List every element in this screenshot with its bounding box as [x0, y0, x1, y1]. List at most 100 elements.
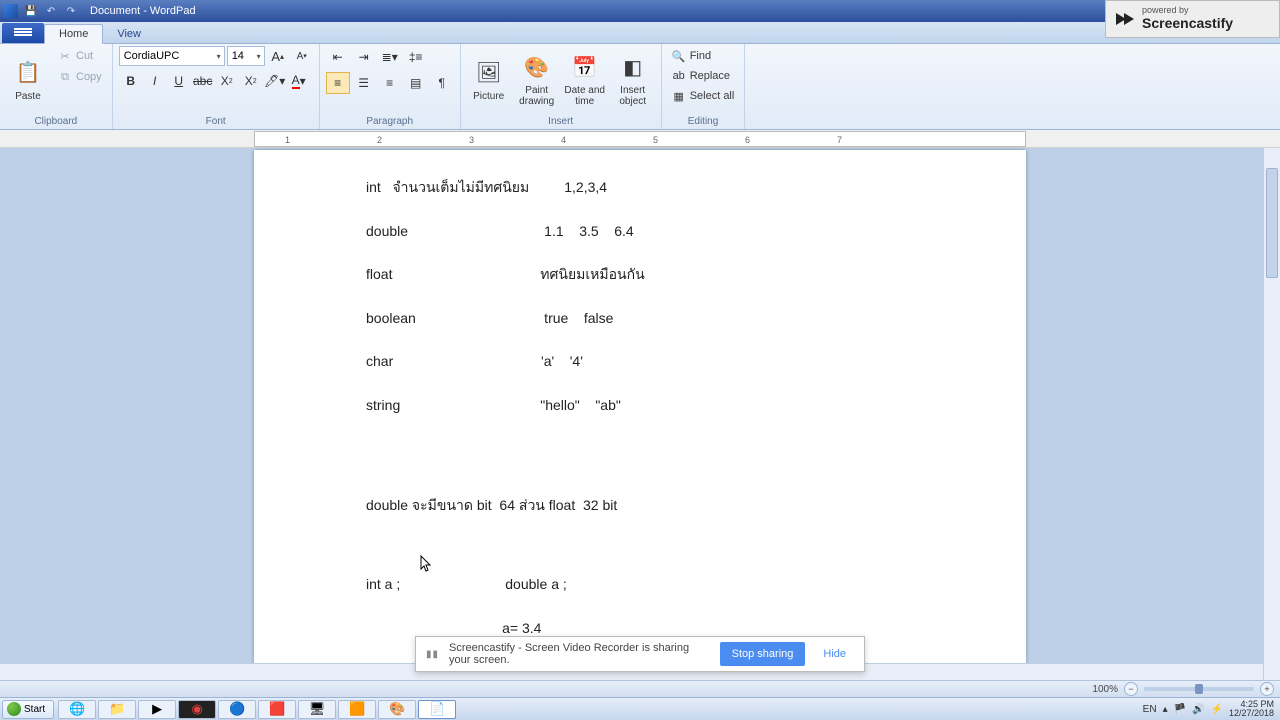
- grow-font-button[interactable]: A▴: [267, 46, 289, 66]
- taskbar-item-app2[interactable]: 🖥: [298, 700, 336, 719]
- doc-line: int จำนวนเต็มไม่มีทศนิยม 1,2,3,4: [366, 178, 914, 198]
- find-icon: 🔍: [672, 49, 686, 63]
- doc-line: boolean true false: [366, 309, 914, 329]
- line-spacing-button[interactable]: ‡≡: [404, 46, 428, 68]
- group-font: CordiaUPC 14 A▴ A▾ B I U abc X2 X2 🖊▾ A▾…: [113, 44, 320, 129]
- zoom-value: 100%: [1092, 684, 1118, 695]
- doc-line: char 'a' '4': [366, 352, 914, 372]
- cut-button[interactable]: ✂Cut: [54, 46, 106, 66]
- group-editing: 🔍Find abReplace ▦Select all Editing: [662, 44, 746, 129]
- paragraph-dialog-button[interactable]: ¶: [430, 72, 454, 94]
- tray-battery-icon[interactable]: ⚡: [1211, 704, 1223, 715]
- shrink-font-button[interactable]: A▾: [291, 46, 313, 66]
- hide-bar-button[interactable]: Hide: [815, 642, 854, 666]
- decrease-indent-button[interactable]: ⇤: [326, 46, 350, 68]
- picture-icon: 🖼: [473, 57, 505, 89]
- tray-chevron-icon[interactable]: ▴: [1163, 704, 1168, 715]
- superscript-button[interactable]: X2: [239, 70, 263, 92]
- replace-icon: ab: [672, 69, 686, 83]
- taskbar-item-explorer[interactable]: 📁: [98, 700, 136, 719]
- group-paragraph: ⇤ ⇥ ≣▾ ‡≡ ≡ ☰ ≡ ▤ ¶ Paragraph: [320, 44, 461, 129]
- document-area: int จำนวนเต็มไม่มีทศนิยม 1,2,3,4 double …: [0, 148, 1280, 680]
- bullets-button[interactable]: ≣▾: [378, 46, 402, 68]
- object-icon: ◧: [617, 51, 649, 83]
- tray-flag-icon[interactable]: 🏴: [1174, 704, 1186, 715]
- zoom-slider[interactable]: [1144, 687, 1254, 691]
- tray-network-icon[interactable]: 🔊: [1192, 704, 1204, 715]
- ribbon: 📋 Paste ✂Cut ⧉Copy Clipboard CordiaUPC 1…: [0, 44, 1280, 130]
- stop-sharing-button[interactable]: Stop sharing: [720, 642, 806, 666]
- align-right-button[interactable]: ≡: [378, 72, 402, 94]
- doc-line: double 1.1 3.5 6.4: [366, 222, 914, 242]
- insert-picture-button[interactable]: 🖼Picture: [467, 46, 511, 112]
- select-all-button[interactable]: ▦Select all: [668, 86, 739, 106]
- taskbar-item-wordpad[interactable]: 📄: [418, 700, 456, 719]
- screencastify-logo-icon: [1112, 7, 1136, 31]
- app-icon: [4, 4, 18, 18]
- highlight-button[interactable]: 🖊▾: [263, 70, 287, 92]
- group-insert: 🖼Picture 🎨Paint drawing 📅Date and time ◧…: [461, 44, 662, 129]
- tab-view[interactable]: View: [103, 25, 155, 43]
- align-left-button[interactable]: ≡: [326, 72, 350, 94]
- palette-icon: 🎨: [521, 51, 553, 83]
- doc-line: string "hello" "ab": [366, 396, 914, 416]
- ribbon-tabs: Home View: [0, 22, 1280, 44]
- font-family-combo[interactable]: CordiaUPC: [119, 46, 225, 66]
- font-color-button[interactable]: A▾: [287, 70, 311, 92]
- undo-icon[interactable]: ↶: [42, 3, 60, 19]
- select-all-icon: ▦: [672, 89, 686, 103]
- taskbar-item-app3[interactable]: 🟧: [338, 700, 376, 719]
- save-icon[interactable]: 💾: [22, 3, 40, 19]
- strikethrough-button[interactable]: abc: [191, 70, 215, 92]
- group-label-editing: Editing: [668, 116, 739, 129]
- quick-access-toolbar: 💾 ↶ ↷: [4, 3, 80, 19]
- status-bar: 100% − +: [0, 680, 1280, 697]
- group-label-clipboard: Clipboard: [6, 116, 106, 129]
- start-orb-icon: [7, 702, 21, 716]
- group-label-paragraph: Paragraph: [326, 116, 454, 129]
- redo-icon[interactable]: ↷: [62, 3, 80, 19]
- taskbar-item-chrome[interactable]: 🔵: [218, 700, 256, 719]
- group-label-font: Font: [119, 116, 313, 129]
- underline-button[interactable]: U: [167, 70, 191, 92]
- copy-icon: ⧉: [58, 70, 72, 84]
- group-clipboard: 📋 Paste ✂Cut ⧉Copy Clipboard: [0, 44, 113, 129]
- date-time-button[interactable]: 📅Date and time: [563, 46, 607, 112]
- vertical-scrollbar[interactable]: [1263, 148, 1280, 680]
- taskbar-item-app1[interactable]: 🟥: [258, 700, 296, 719]
- insert-object-button[interactable]: ◧Insert object: [611, 46, 655, 112]
- paste-button[interactable]: 📋 Paste: [6, 46, 50, 112]
- tab-home[interactable]: Home: [44, 24, 103, 44]
- bold-button[interactable]: B: [119, 70, 143, 92]
- start-button[interactable]: Start: [2, 700, 54, 719]
- taskbar-item-recorder[interactable]: ◉: [178, 700, 216, 719]
- taskbar-item-paint[interactable]: 🎨: [378, 700, 416, 719]
- document-page[interactable]: int จำนวนเต็มไม่มีทศนิยม 1,2,3,4 double …: [254, 150, 1026, 680]
- copy-button[interactable]: ⧉Copy: [54, 67, 106, 87]
- screencastify-watermark: powered by Screencastify: [1105, 0, 1280, 38]
- language-indicator[interactable]: EN: [1143, 704, 1157, 715]
- app-menu-button[interactable]: [2, 23, 44, 43]
- ruler[interactable]: 1 2 3 4 5 6 7: [254, 131, 1026, 147]
- subscript-button[interactable]: X2: [215, 70, 239, 92]
- increase-indent-button[interactable]: ⇥: [352, 46, 376, 68]
- system-tray: EN ▴ 🏴 🔊 ⚡ 4:25 PM 12/27/2018: [1143, 700, 1278, 718]
- scrollbar-thumb[interactable]: [1266, 168, 1278, 278]
- zoom-in-button[interactable]: +: [1260, 682, 1274, 696]
- find-button[interactable]: 🔍Find: [668, 46, 739, 66]
- doc-line: int a ; double a ;: [366, 575, 914, 595]
- paint-drawing-button[interactable]: 🎨Paint drawing: [515, 46, 559, 112]
- replace-button[interactable]: abReplace: [668, 66, 739, 86]
- tray-clock[interactable]: 4:25 PM 12/27/2018: [1229, 700, 1274, 718]
- pause-icon[interactable]: ▮▮: [426, 649, 439, 660]
- taskbar: Start 🌐 📁 ▶ ◉ 🔵 🟥 🖥 🟧 🎨 📄 EN ▴ 🏴 🔊 ⚡ 4:2…: [0, 697, 1280, 720]
- taskbar-item-media[interactable]: ▶: [138, 700, 176, 719]
- zoom-out-button[interactable]: −: [1124, 682, 1138, 696]
- font-size-combo[interactable]: 14: [227, 46, 265, 66]
- doc-line: double จะมีขนาด bit 64 ส่วน float 32 bit: [366, 496, 914, 516]
- italic-button[interactable]: I: [143, 70, 167, 92]
- taskbar-item-ie[interactable]: 🌐: [58, 700, 96, 719]
- paste-label: Paste: [15, 91, 41, 102]
- align-center-button[interactable]: ☰: [352, 72, 376, 94]
- justify-button[interactable]: ▤: [404, 72, 428, 94]
